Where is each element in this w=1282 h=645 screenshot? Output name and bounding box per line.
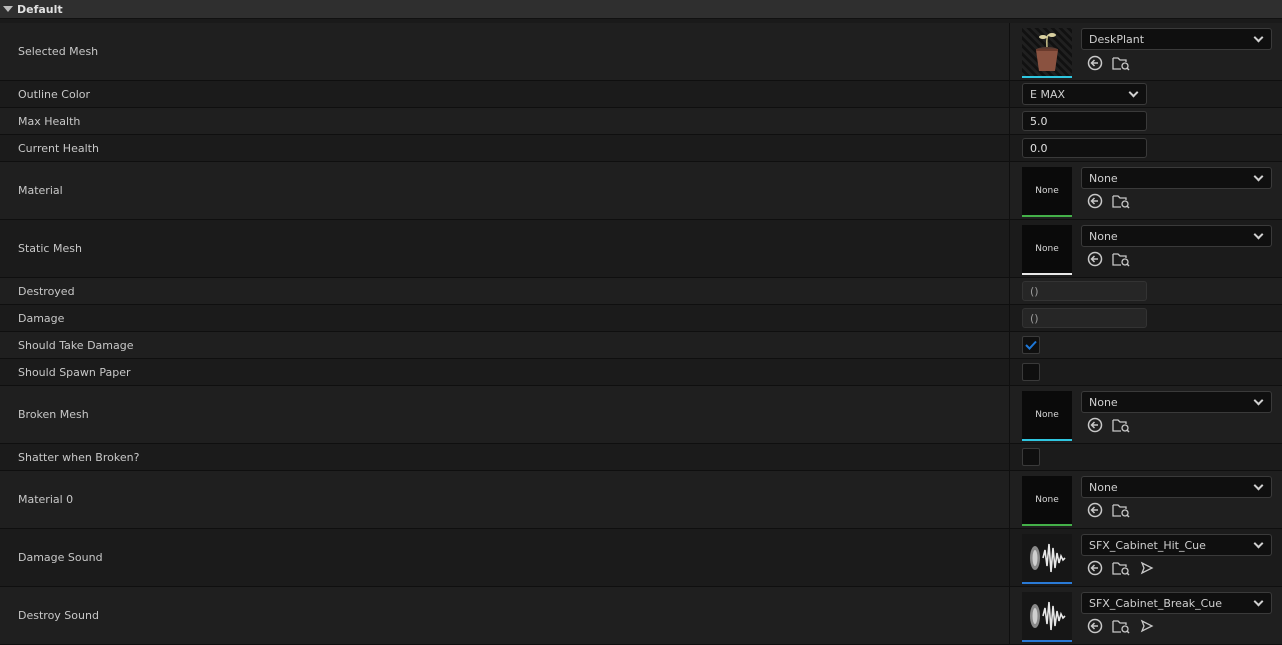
sound-wave-icon xyxy=(1030,601,1066,631)
material-thumbnail[interactable]: None xyxy=(1022,167,1072,217)
material-0-asset-dropdown[interactable]: None xyxy=(1081,476,1272,498)
browse-asset-icon[interactable] xyxy=(1112,192,1130,210)
property-row-destroy-sound: Destroy Sound SFX_Cabinet_Break_Cue xyxy=(0,587,1282,645)
property-label: Outline Color xyxy=(0,81,1010,107)
play-sound-icon[interactable] xyxy=(1138,559,1156,577)
shatter-when-broken-checkbox[interactable] xyxy=(1022,448,1040,466)
property-label: Shatter when Broken? xyxy=(0,444,1010,470)
property-row-should-spawn-paper: Should Spawn Paper xyxy=(0,359,1282,386)
property-row-outline-color: Outline Color E MAX xyxy=(0,81,1282,108)
combo-value: SFX_Cabinet_Break_Cue xyxy=(1089,596,1222,610)
should-spawn-paper-checkbox[interactable] xyxy=(1022,363,1040,381)
property-row-shatter-when-broken: Shatter when Broken? xyxy=(0,444,1282,471)
property-row-should-take-damage: Should Take Damage xyxy=(0,332,1282,359)
combo-value: None xyxy=(1089,395,1118,409)
combo-value: E MAX xyxy=(1030,87,1065,101)
play-sound-icon[interactable] xyxy=(1138,617,1156,635)
property-label: Destroy Sound xyxy=(0,587,1010,644)
property-label: Max Health xyxy=(0,108,1010,134)
chevron-down-icon xyxy=(1253,480,1264,491)
broken-mesh-asset-dropdown[interactable]: None xyxy=(1081,391,1272,413)
combo-value: None xyxy=(1089,480,1118,494)
property-row-static-mesh: Static Mesh None None xyxy=(0,220,1282,278)
property-row-material-0: Material 0 None None xyxy=(0,471,1282,529)
combo-value: SFX_Cabinet_Hit_Cue xyxy=(1089,538,1206,552)
chevron-down-icon xyxy=(1253,596,1264,607)
should-take-damage-checkbox[interactable] xyxy=(1022,336,1040,354)
chevron-down-icon xyxy=(1253,171,1264,182)
property-label: Damage Sound xyxy=(0,529,1010,586)
section-title: Default xyxy=(17,2,63,16)
property-label: Destroyed xyxy=(0,278,1010,304)
damage-sound-asset-dropdown[interactable]: SFX_Cabinet_Hit_Cue xyxy=(1081,534,1272,556)
chevron-down-icon xyxy=(1253,32,1264,43)
use-selected-asset-icon[interactable] xyxy=(1086,192,1104,210)
damage-delegate-field: () xyxy=(1022,308,1147,328)
static-mesh-asset-dropdown[interactable]: None xyxy=(1081,225,1272,247)
browse-asset-icon[interactable] xyxy=(1112,559,1130,577)
max-health-field[interactable]: 5.0 xyxy=(1022,111,1147,131)
property-row-selected-mesh: Selected Mesh DeskPlant xyxy=(0,23,1282,81)
property-label: Should Spawn Paper xyxy=(0,359,1010,385)
section-header-default[interactable]: Default xyxy=(0,0,1282,19)
use-selected-asset-icon[interactable] xyxy=(1086,559,1104,577)
browse-asset-icon[interactable] xyxy=(1112,501,1130,519)
property-row-destroyed: Destroyed () xyxy=(0,278,1282,305)
property-label: Material 0 xyxy=(0,471,1010,528)
mesh-asset-dropdown[interactable]: DeskPlant xyxy=(1081,28,1272,50)
property-label: Static Mesh xyxy=(0,220,1010,277)
property-row-max-health: Max Health 5.0 xyxy=(0,108,1282,135)
outline-color-dropdown[interactable]: E MAX xyxy=(1022,83,1147,105)
use-selected-asset-icon[interactable] xyxy=(1086,54,1104,72)
browse-asset-icon[interactable] xyxy=(1112,250,1130,268)
combo-value: DeskPlant xyxy=(1089,32,1145,46)
property-label: Material xyxy=(0,162,1010,219)
broken-mesh-thumbnail[interactable]: None xyxy=(1022,391,1072,441)
property-list: Selected Mesh DeskPlant Outline Color E … xyxy=(0,23,1282,645)
destroy-sound-asset-dropdown[interactable]: SFX_Cabinet_Break_Cue xyxy=(1081,592,1272,614)
chevron-down-icon xyxy=(1253,538,1264,549)
combo-value: None xyxy=(1089,171,1118,185)
property-label: Should Take Damage xyxy=(0,332,1010,358)
destroy-sound-thumbnail[interactable] xyxy=(1022,592,1072,642)
chevron-down-icon xyxy=(1253,229,1264,240)
property-label: Damage xyxy=(0,305,1010,331)
browse-asset-icon[interactable] xyxy=(1112,617,1130,635)
property-label: Broken Mesh xyxy=(0,386,1010,443)
property-row-current-health: Current Health 0.0 xyxy=(0,135,1282,162)
property-row-broken-mesh: Broken Mesh None None xyxy=(0,386,1282,444)
checkmark-icon xyxy=(1025,340,1037,350)
static-mesh-thumbnail[interactable]: None xyxy=(1022,225,1072,275)
material-asset-dropdown[interactable]: None xyxy=(1081,167,1272,189)
browse-asset-icon[interactable] xyxy=(1112,416,1130,434)
use-selected-asset-icon[interactable] xyxy=(1086,617,1104,635)
use-selected-asset-icon[interactable] xyxy=(1086,416,1104,434)
property-row-damage: Damage () xyxy=(0,305,1282,332)
current-health-field[interactable]: 0.0 xyxy=(1022,138,1147,158)
browse-asset-icon[interactable] xyxy=(1112,54,1130,72)
property-label: Selected Mesh xyxy=(0,23,1010,80)
damage-sound-thumbnail[interactable] xyxy=(1022,534,1072,584)
property-row-damage-sound: Damage Sound SFX_Cabinet_Hit_Cue xyxy=(0,529,1282,587)
chevron-down-icon xyxy=(1253,395,1264,406)
property-label: Current Health xyxy=(0,135,1010,161)
sound-wave-icon xyxy=(1030,543,1066,573)
property-row-material: Material None None xyxy=(0,162,1282,220)
combo-value: None xyxy=(1089,229,1118,243)
material-0-thumbnail[interactable]: None xyxy=(1022,476,1072,526)
use-selected-asset-icon[interactable] xyxy=(1086,250,1104,268)
use-selected-asset-icon[interactable] xyxy=(1086,501,1104,519)
mesh-thumbnail[interactable] xyxy=(1022,28,1072,78)
destroyed-delegate-field: () xyxy=(1022,281,1147,301)
chevron-down-icon xyxy=(1128,87,1139,98)
collapse-triangle-icon[interactable] xyxy=(3,6,13,12)
desk-plant-icon xyxy=(1036,33,1058,71)
